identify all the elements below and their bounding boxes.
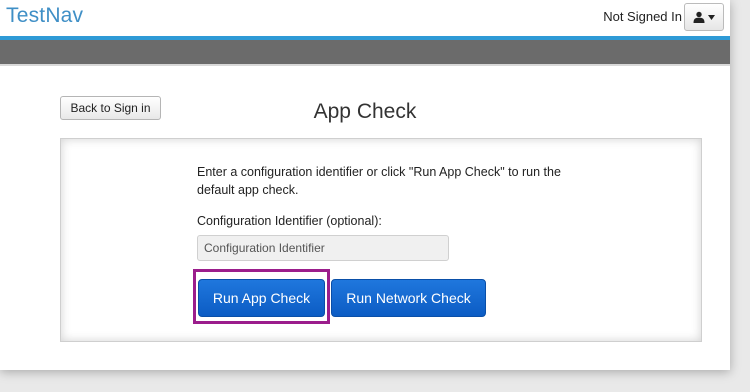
app-window: TestNav Not Signed In Back to Sign in Ap… (0, 0, 730, 370)
signin-status-text: Not Signed In (603, 9, 682, 24)
back-to-sign-in-button[interactable]: Back to Sign in (60, 96, 161, 120)
config-identifier-input[interactable] (197, 235, 449, 261)
run-app-check-button[interactable]: Run App Check (198, 279, 325, 317)
page-title: App Check (313, 100, 417, 123)
instructions-text: Enter a configuration identifier or clic… (197, 165, 561, 197)
brand-logo[interactable]: TestNav (6, 4, 83, 28)
user-menu-button[interactable] (684, 3, 724, 31)
top-navbar: TestNav Not Signed In (0, 0, 730, 36)
run-network-check-button[interactable]: Run Network Check (331, 279, 486, 317)
app-check-panel: Enter a configuration identifier or clic… (60, 138, 702, 342)
header-band (0, 40, 730, 66)
user-icon (693, 11, 705, 23)
config-identifier-label: Configuration Identifier (optional): (197, 214, 382, 228)
chevron-down-icon (708, 14, 715, 20)
